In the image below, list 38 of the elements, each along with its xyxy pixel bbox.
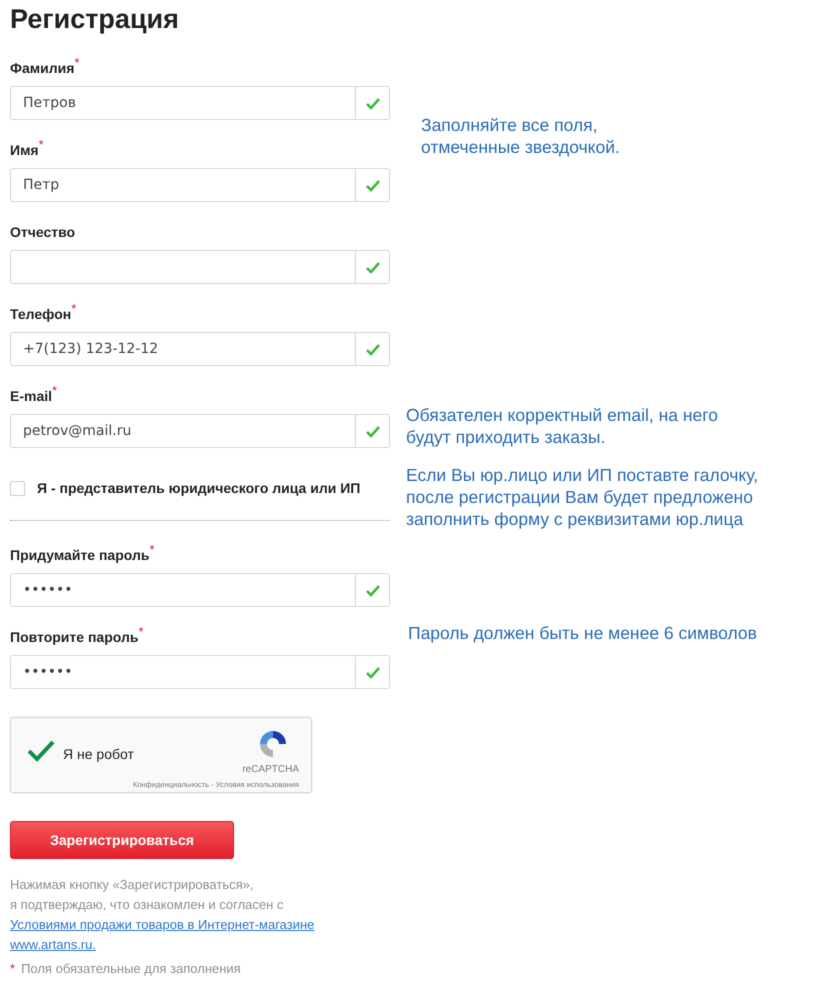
- required-asterisk: *: [10, 961, 16, 976]
- required-asterisk: *: [71, 304, 76, 314]
- input-field[interactable]: Петр: [10, 168, 355, 202]
- legal-text: я подтверждаю, что ознакомлен и согласен с: [10, 896, 284, 914]
- hint-text: Пароль должен быть не менее 6 символов: [408, 622, 758, 644]
- required-asterisk: *: [149, 545, 155, 555]
- field-label: Телефон: [10, 305, 72, 324]
- page-title: Регистрация: [10, 3, 179, 36]
- hint-text: Если Вы юр.лицо или ИП поставте галочку, после регистрации Вам будет предложено заполнить форму с реквизитами юр.лица: [406, 464, 760, 530]
- required-asterisk: *: [52, 386, 58, 396]
- input-field[interactable]: [10, 250, 355, 284]
- required-asterisk: *: [138, 627, 144, 637]
- input-field[interactable]: Петров: [10, 86, 355, 120]
- legal-text: Нажимая кнопку «Зарегистрироваться»,: [10, 876, 254, 894]
- field-label: Повторите пароль: [10, 628, 138, 647]
- hint-text: Обязателен корректный email, на него будут приходить заказы.: [406, 404, 720, 448]
- required-asterisk: *: [74, 58, 80, 68]
- terms-link[interactable]: www.artans.ru.: [10, 935, 96, 955]
- input-field[interactable]: ••••••: [10, 655, 355, 689]
- checkbox-label[interactable]: Я - представитель юридического лица или ИП: [37, 480, 360, 496]
- input-field[interactable]: ••••••: [10, 573, 355, 607]
- register-button[interactable]: Зарегистрироваться: [10, 821, 234, 859]
- terms-link[interactable]: Условиями продажи товаров в Интернет-магазине: [10, 915, 314, 935]
- field-label: E-mail: [10, 388, 52, 406]
- required-asterisk: *: [38, 140, 44, 150]
- footnote-text: Поля обязательные для заполнения: [21, 961, 241, 976]
- input-field[interactable]: petrov@mail.ru: [10, 414, 355, 448]
- field-label: Фамилия: [10, 59, 74, 78]
- check-icon[interactable]: [27, 740, 55, 762]
- captcha-label: Я не робот: [63, 746, 134, 762]
- captcha-brand: reCAPTCHA: [242, 764, 299, 775]
- checkbox[interactable]: [10, 480, 25, 496]
- field-label: Отчество: [10, 223, 76, 242]
- field-label: Имя: [10, 141, 39, 160]
- field-label: Придумайте пароль: [10, 546, 150, 565]
- refresh-arrows-icon: [257, 728, 289, 760]
- hint-text: Заполняйте все поля, отмеченные звездочкой.: [421, 114, 621, 158]
- input-field[interactable]: +7(123) 123-12-12: [10, 332, 355, 366]
